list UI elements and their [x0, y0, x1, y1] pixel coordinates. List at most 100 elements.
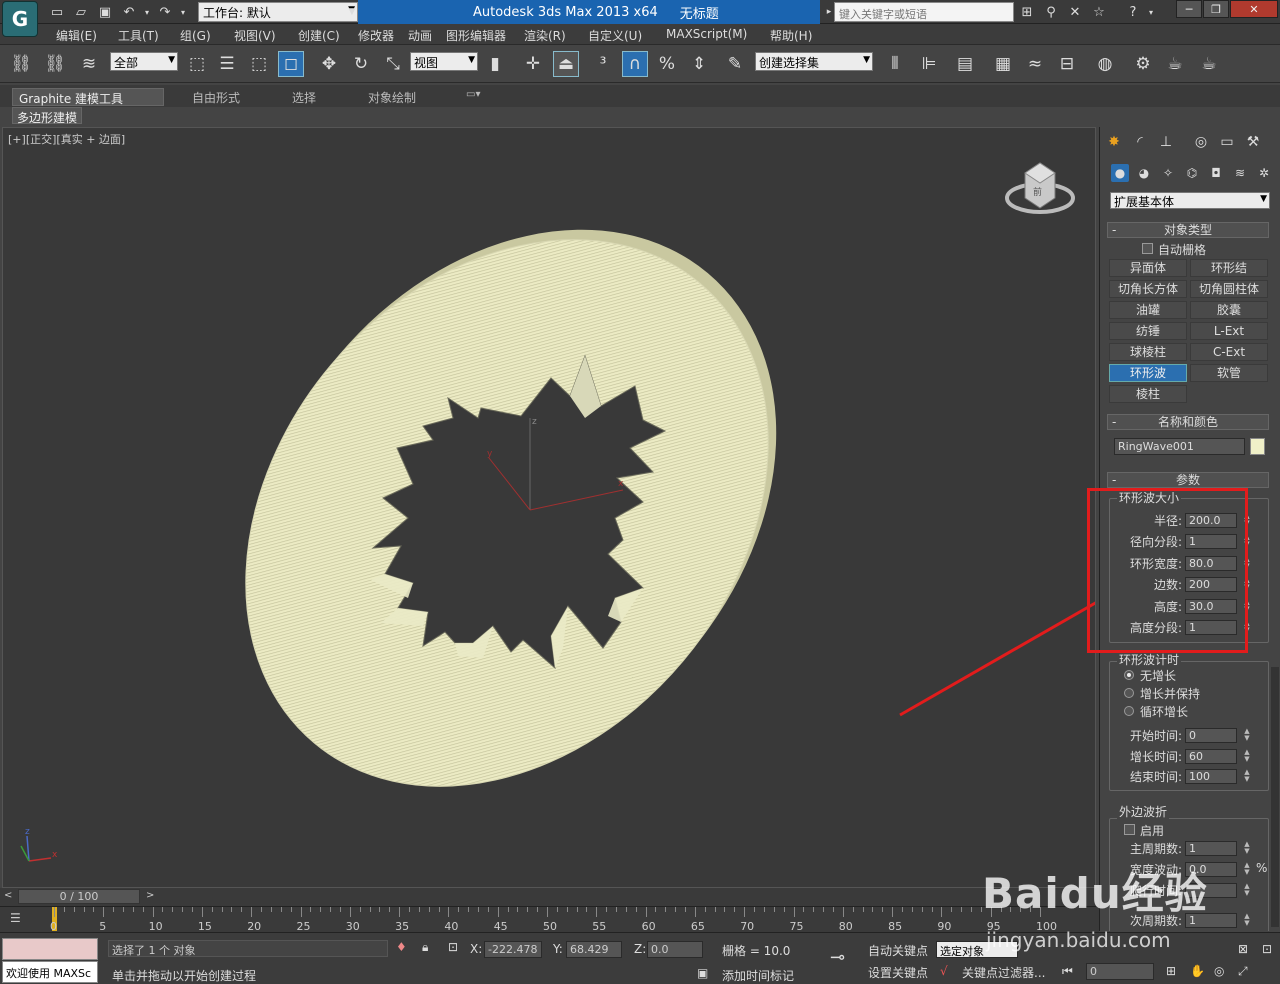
communication-icon[interactable]: ✕ — [1066, 3, 1084, 21]
key-filter-icon[interactable]: √ — [940, 964, 948, 978]
window-crossing-icon[interactable]: ◻ — [278, 51, 304, 77]
curve-editor-icon[interactable]: ≈ — [1022, 51, 1048, 77]
zoom-extents-icon[interactable]: ⊠ — [1238, 942, 1248, 956]
edit-named-selection-icon[interactable]: ✎ — [722, 51, 748, 77]
menu-help[interactable]: 帮助(H) — [770, 27, 812, 44]
restore-button[interactable]: ❐ — [1203, 0, 1229, 18]
tab-motion-icon[interactable]: ◎ — [1190, 130, 1212, 154]
time-next-icon[interactable]: > — [146, 890, 154, 901]
timeline-ruler[interactable]: ☰ 0 5 10 15 20 25 30 35 40 45 50 55 60 65 70 75 80 85 90 95… — [0, 906, 1099, 933]
geometry-category-select[interactable]: 扩展基本体 ▼ — [1110, 192, 1270, 209]
major-cycles-spinner[interactable]: ▲ ▼ — [1243, 841, 1251, 856]
selection-filter-select[interactable]: 全部 ▼ — [110, 52, 178, 71]
menu-maxscript[interactable]: MAXScript(M) — [666, 27, 747, 41]
object-color-swatch[interactable] — [1250, 438, 1265, 455]
no-growth-radio[interactable] — [1124, 670, 1134, 680]
tab-modify-icon[interactable]: ◜ — [1129, 130, 1151, 154]
tab-utilities-icon[interactable]: ⚒ — [1242, 130, 1264, 154]
redo-dropdown-icon[interactable]: ▾ — [174, 3, 192, 21]
tab-graphite[interactable]: Graphite 建模工具 — [12, 88, 164, 106]
viewcube-face-label[interactable]: 前 — [1033, 186, 1042, 198]
cameras-icon[interactable]: ⌬ — [1183, 164, 1201, 182]
object-name-input[interactable]: RingWave001 — [1114, 438, 1245, 455]
open-file-icon[interactable]: ▱ — [72, 3, 90, 21]
menu-animation[interactable]: 动画 — [408, 27, 432, 44]
new-file-icon[interactable]: ▭ — [48, 3, 66, 21]
grow-and-stay-radio[interactable] — [1124, 688, 1134, 698]
tab-object-paint[interactable]: 对象绘制 — [362, 88, 422, 106]
help-icon[interactable]: ? — [1124, 3, 1142, 21]
layer-manager-icon[interactable]: ▤ — [952, 51, 978, 77]
maxscript-mini-listener[interactable]: 欢迎使用 MAXSc — [2, 961, 98, 983]
hedra-button[interactable]: 异面体 — [1109, 259, 1187, 277]
tab-create-icon[interactable]: ✸ — [1103, 130, 1125, 154]
end-time-input[interactable]: 100 — [1185, 769, 1237, 784]
shapes-icon[interactable]: ◕ — [1135, 164, 1153, 182]
start-time-spinner[interactable]: ▲ ▼ — [1243, 728, 1251, 743]
width-flux-spinner[interactable]: ▲ ▼ — [1243, 862, 1251, 877]
viewport-front[interactable]: [+][正交][真实 + 边面] z y x z x 前 — [2, 127, 1096, 888]
gengon-button[interactable]: 球棱柱 — [1109, 343, 1187, 361]
isolate-selection-icon[interactable]: ♦ — [396, 940, 407, 954]
maximize-viewport-icon[interactable]: ⤢ — [1238, 964, 1248, 979]
redo-icon[interactable]: ↷ — [156, 3, 174, 21]
maxscript-listener[interactable] — [2, 938, 98, 960]
key-filters-button[interactable]: 关键点过滤器... — [962, 964, 1045, 981]
select-object-icon[interactable]: ⬚ — [184, 51, 210, 77]
pan-icon[interactable]: ✋ — [1190, 964, 1205, 978]
render-production-icon[interactable]: ☕ — [1196, 51, 1222, 77]
ref-coord-select[interactable]: 视图 ▼ — [410, 52, 478, 71]
bind-space-warp-icon[interactable]: ≋ — [76, 51, 102, 77]
rollout-parameters[interactable]: - 参数 — [1107, 472, 1269, 488]
render-setup-icon[interactable]: ⚙ — [1130, 51, 1156, 77]
rendered-frame-icon[interactable]: ☕ — [1162, 51, 1188, 77]
time-slider[interactable]: 0 / 100 — [18, 889, 140, 904]
absolute-mode-icon[interactable]: ⊡ — [448, 940, 458, 954]
select-and-link-icon[interactable]: ⛓ — [8, 51, 34, 77]
geometry-icon[interactable]: ● — [1111, 164, 1129, 182]
polygon-modeling-tab[interactable]: 多边形建模 — [12, 107, 82, 125]
select-by-name-icon[interactable]: ☰ — [214, 51, 240, 77]
prism-button[interactable]: 棱柱 — [1109, 385, 1187, 403]
zoom-all-icon[interactable]: ⊡ — [1262, 942, 1272, 956]
material-editor-icon[interactable]: ◍ — [1092, 51, 1118, 77]
tab-freeform[interactable]: 自由形式 — [186, 88, 246, 106]
mini-curve-editor-icon[interactable]: ☰ — [10, 911, 32, 929]
workspace-select[interactable]: 工作台: 默认 ▼ — [198, 2, 358, 22]
ribbon-options-icon[interactable]: ▭▾ — [460, 88, 486, 106]
tab-selection[interactable]: 选择 — [286, 88, 322, 106]
manipulate-icon[interactable]: ✛ — [520, 51, 546, 77]
x-coord-field[interactable]: -222.478 — [484, 941, 542, 958]
add-time-tag[interactable]: 添加时间标记 — [722, 967, 794, 984]
end-time-spinner[interactable]: ▲ ▼ — [1243, 769, 1251, 784]
snaps-toggle-icon[interactable]: ³ — [590, 51, 616, 77]
menu-group[interactable]: 组(G) — [180, 27, 211, 44]
undo-dropdown-icon[interactable]: ▾ — [138, 3, 156, 21]
close-button[interactable]: ✕ — [1230, 0, 1278, 18]
set-key-icon[interactable]: ⊸ — [830, 947, 845, 968]
auto-key-button[interactable]: 自动关键点 — [868, 942, 928, 959]
hose-button[interactable]: 软管 — [1190, 364, 1268, 382]
tab-display-icon[interactable]: ▭ — [1216, 130, 1238, 154]
schematic-view-icon[interactable]: ⊟ — [1054, 51, 1080, 77]
lights-icon[interactable]: ✧ — [1159, 164, 1177, 182]
app-logo[interactable]: G — [2, 1, 38, 37]
menu-modifiers[interactable]: 修改器 — [358, 27, 394, 44]
angle-snap-icon[interactable]: ∩ — [622, 51, 648, 77]
mirror-icon[interactable]: ⫴ — [882, 51, 908, 77]
percent-snap-icon[interactable]: % — [654, 51, 680, 77]
unlink-icon[interactable]: ⛓ — [42, 51, 68, 77]
help-dropdown-icon[interactable]: ▾ — [1142, 3, 1160, 21]
align-icon[interactable]: ⊫ — [916, 51, 942, 77]
save-icon[interactable]: ▣ — [96, 3, 114, 21]
menu-create[interactable]: 创建(C) — [298, 27, 340, 44]
chamfer-cyl-button[interactable]: 切角圆柱体 — [1190, 280, 1268, 298]
goto-start-icon[interactable]: ⏮ — [1062, 964, 1073, 979]
grow-time-spinner[interactable]: ▲ ▼ — [1243, 749, 1251, 764]
l-ext-button[interactable]: L-Ext — [1190, 322, 1268, 340]
tab-hierarchy-icon[interactable]: ⊥ — [1155, 130, 1177, 154]
y-coord-field[interactable]: 68.429 — [566, 941, 622, 958]
autogrid-checkbox[interactable] — [1142, 243, 1153, 254]
z-coord-field[interactable]: 0.0 — [647, 941, 703, 958]
menu-graph-editors[interactable]: 图形编辑器 — [446, 27, 506, 44]
